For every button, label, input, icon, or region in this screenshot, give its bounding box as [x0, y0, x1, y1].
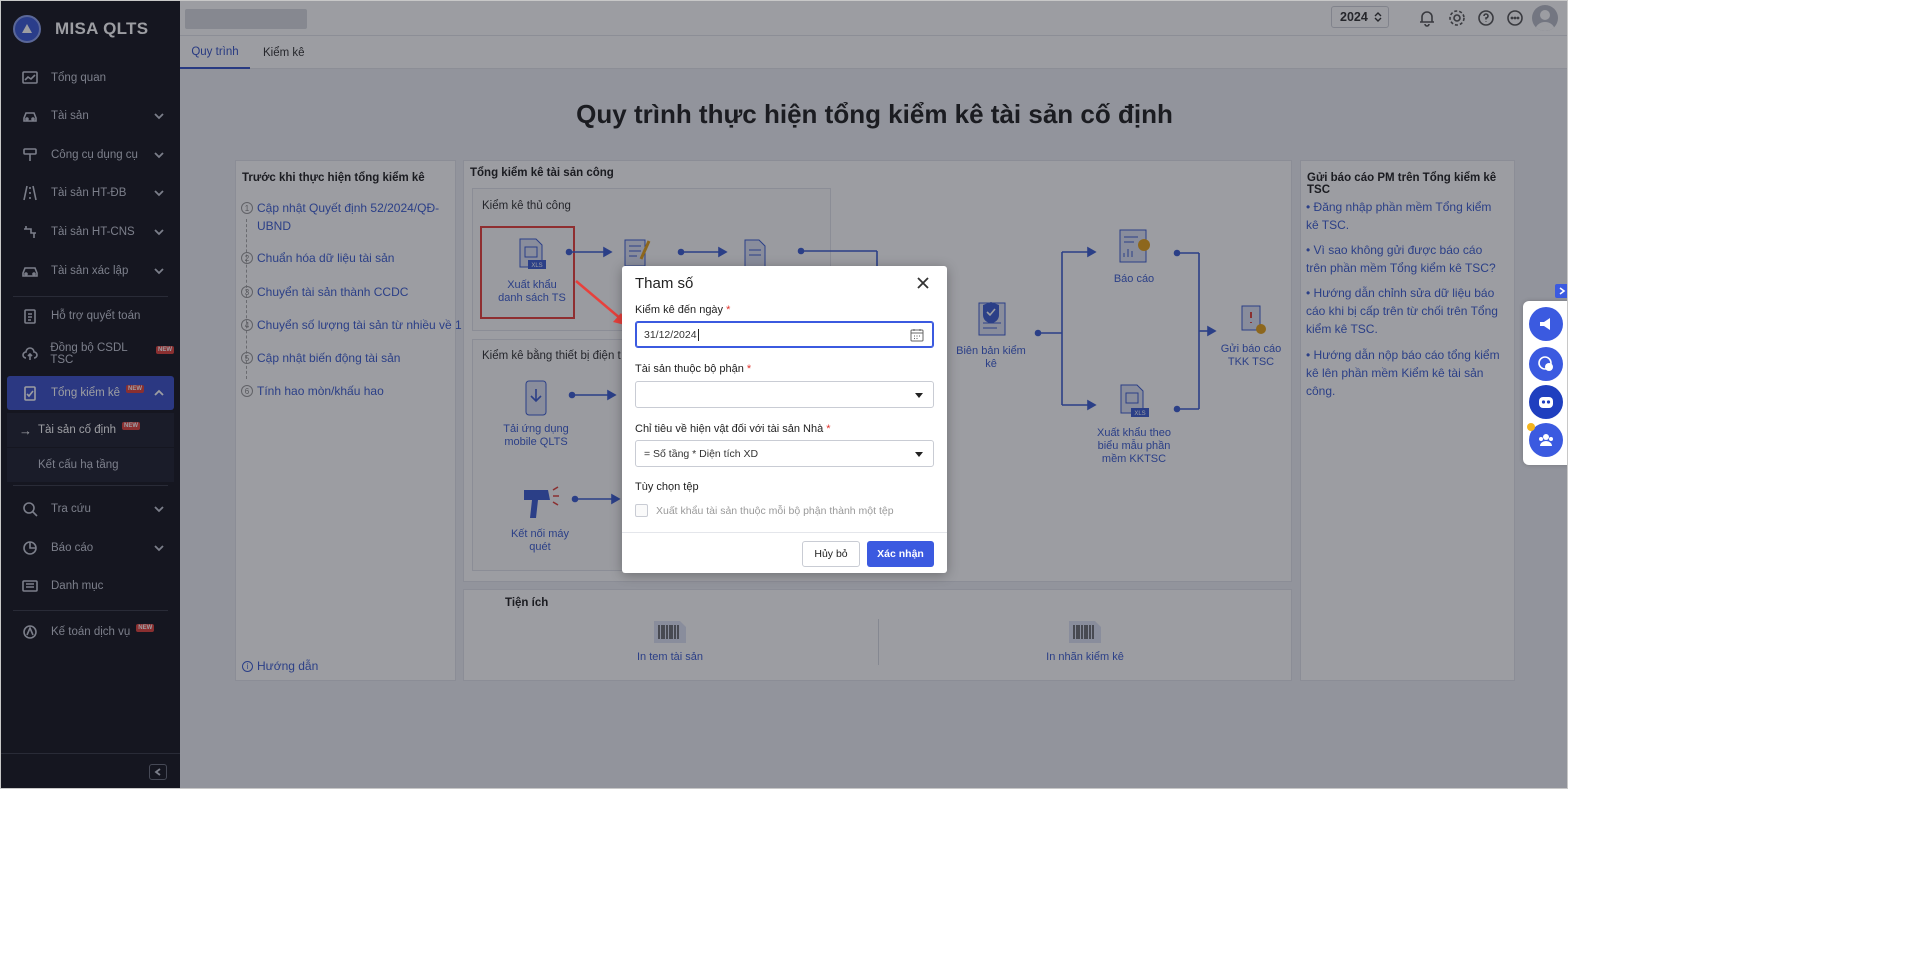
app-window: MISA QLTS Tổng quan Tài sản Công cụ dụng…	[0, 0, 1568, 789]
announcement-icon[interactable]	[1529, 307, 1563, 341]
dept-label-text: Tài sản thuộc bộ phận	[635, 363, 744, 375]
notification-dot	[1527, 423, 1535, 431]
required-mark: *	[746, 363, 752, 375]
date-label: Kiểm kê đến ngày *	[635, 304, 730, 316]
confirm-button[interactable]: Xác nhận	[867, 541, 934, 567]
required-mark: *	[726, 304, 731, 316]
chevron-right-icon	[1559, 287, 1566, 295]
criteria-label: Chỉ tiêu về hiện vật đối với tài sản Nhà…	[635, 423, 831, 435]
robot-assistant-icon[interactable]	[1529, 385, 1563, 419]
calendar-icon[interactable]	[909, 327, 925, 343]
criteria-value: = Số tầng * Diện tích XD	[644, 447, 759, 460]
caret-down-icon	[915, 452, 923, 457]
dept-label: Tài sản thuộc bộ phận *	[635, 363, 751, 375]
text-cursor	[697, 328, 699, 341]
export-per-department-checkbox[interactable]	[635, 504, 648, 517]
required-mark: *	[826, 423, 831, 435]
parameters-dialog: Tham số Kiểm kê đến ngày * 31/12/2024 Tà…	[622, 266, 947, 573]
criteria-label-text: Chỉ tiêu về hiện vật đối với tài sản Nhà	[635, 423, 824, 435]
date-value: 31/12/2024	[644, 328, 697, 341]
export-per-department-label[interactable]: Xuất khẩu tài sản thuộc mỗi bộ phận thàn…	[656, 505, 894, 517]
date-field[interactable]: 31/12/2024	[635, 321, 934, 348]
dialog-title: Tham số	[635, 275, 694, 292]
date-label-text: Kiểm kê đến ngày	[635, 304, 724, 316]
chat-icon[interactable]	[1529, 347, 1563, 381]
department-select[interactable]	[635, 381, 934, 408]
close-icon[interactable]	[916, 276, 930, 290]
cancel-button[interactable]: Hủy bỏ	[802, 541, 860, 567]
file-option-label: Tùy chọn tệp	[635, 481, 699, 493]
support-bubbles	[1523, 301, 1567, 465]
criteria-select[interactable]: = Số tầng * Diện tích XD	[635, 440, 934, 467]
expand-support-tab[interactable]	[1555, 284, 1567, 298]
caret-down-icon	[915, 393, 923, 398]
dialog-footer: Hủy bỏ Xác nhận	[622, 532, 947, 573]
